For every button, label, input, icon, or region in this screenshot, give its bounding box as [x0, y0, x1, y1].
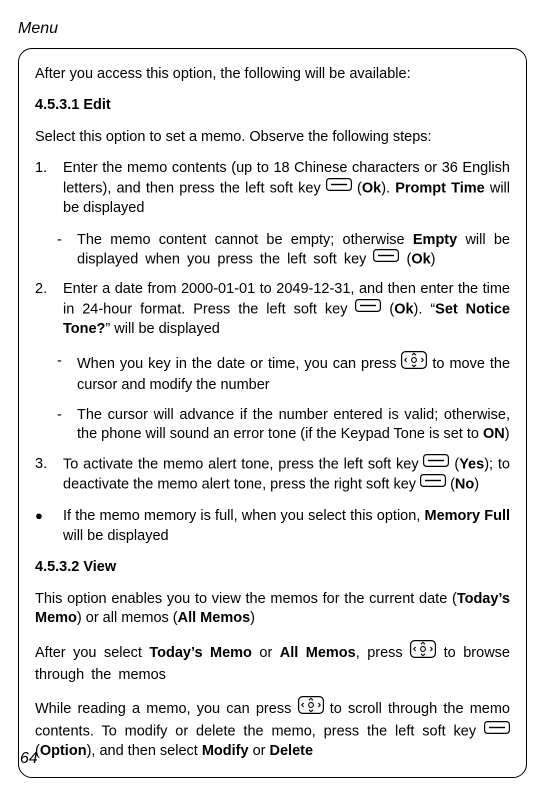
- text-fragment: ), and then select: [87, 743, 202, 759]
- prompt-time-label: Prompt Time: [395, 180, 484, 196]
- text-fragment: ): [250, 610, 255, 626]
- todays-memo-label: Today’s Memo: [149, 645, 252, 661]
- text-fragment: To activate the memo alert tone, press t…: [63, 456, 423, 472]
- memory-full-label: Memory Full: [424, 508, 510, 524]
- empty-label: Empty: [413, 232, 457, 248]
- step-2-sub-a-text: When you key in the date or time, you ca…: [77, 352, 510, 396]
- dash: -: [57, 352, 67, 396]
- softkey-icon: [373, 249, 399, 269]
- text-fragment: If the memo memory is full, when you sel…: [63, 508, 424, 524]
- on-label: ON: [483, 426, 505, 442]
- step-1-sub-text: The memo content cannot be empty; otherw…: [77, 231, 510, 271]
- ok-label: Ok: [411, 252, 430, 268]
- nav-icon: [298, 696, 324, 721]
- text-fragment: This option enables you to view the memo…: [35, 591, 457, 607]
- text-fragment: ) or all memos (: [77, 610, 178, 626]
- step-1-sub: - The memo content cannot be empty; othe…: [35, 231, 510, 271]
- step-2-text: Enter a date from 2000-01-01 to 2049-12-…: [63, 280, 510, 339]
- content-frame: After you access this option, the follow…: [18, 48, 527, 779]
- running-head: Menu: [18, 18, 527, 40]
- memory-full-note: ● If the memo memory is full, when you s…: [35, 507, 510, 546]
- text-fragment: The memo content cannot be empty; otherw…: [77, 232, 413, 248]
- text-fragment: ): [505, 426, 510, 442]
- memory-full-text: If the memo memory is full, when you sel…: [63, 507, 510, 546]
- softkey-icon: [420, 474, 446, 494]
- option-label: Option: [40, 743, 87, 759]
- text-fragment: ): [474, 477, 479, 493]
- step-2-sub-a: - When you key in the date or time, you …: [35, 352, 510, 396]
- no-label: No: [455, 477, 474, 493]
- dash: -: [57, 406, 67, 445]
- all-memos-label: All Memos: [280, 645, 356, 661]
- view-modify: While reading a memo, you can press to s…: [35, 697, 510, 761]
- softkey-icon: [326, 178, 352, 198]
- text-fragment: ): [431, 252, 436, 268]
- text-fragment: While reading a memo, you can press: [35, 701, 298, 717]
- step-1: 1. Enter the memo contents (up to 18 Chi…: [35, 159, 510, 218]
- step-3: 3. To activate the memo alert tone, pres…: [35, 455, 510, 495]
- step-2: 2. Enter a date from 2000-01-01 to 2049-…: [35, 280, 510, 339]
- bullet: ●: [35, 507, 53, 546]
- text-fragment: When you key in the date or time, you ca…: [77, 356, 401, 372]
- modify-label: Modify: [202, 743, 249, 759]
- softkey-icon: [355, 299, 381, 319]
- step-1-text: Enter the memo contents (up to 18 Chines…: [63, 159, 510, 218]
- heading-view: 4.5.3.2 View: [35, 558, 510, 578]
- text-fragment: , press: [356, 645, 410, 661]
- step-2-sub-b: - The cursor will advance if the number …: [35, 406, 510, 445]
- nav-icon: [410, 640, 436, 665]
- page-number: 64: [20, 748, 38, 770]
- step-3-number: 3.: [35, 455, 53, 495]
- text-fragment: ” will be displayed: [105, 321, 219, 337]
- step-2-sub-b-text: The cursor will advance if the number en…: [77, 406, 510, 445]
- ok-label: Ok: [394, 301, 413, 317]
- nav-icon: [401, 351, 427, 376]
- text-fragment: or: [249, 743, 270, 759]
- softkey-icon: [484, 721, 510, 741]
- intro-text: After you access this option, the follow…: [35, 65, 510, 85]
- delete-label: Delete: [270, 743, 314, 759]
- heading-edit: 4.5.3.1 Edit: [35, 96, 510, 116]
- all-memos-label: All Memos: [178, 610, 251, 626]
- text-fragment: ).: [381, 180, 395, 196]
- dash: -: [57, 231, 67, 271]
- view-intro: This option enables you to view the memo…: [35, 590, 510, 629]
- text-fragment: will be displayed: [63, 528, 169, 544]
- ok-label: Ok: [362, 180, 381, 196]
- text-fragment: or: [252, 645, 280, 661]
- text-fragment: ). “: [414, 301, 436, 317]
- view-browse: After you select Today’s Memo or All Mem…: [35, 641, 510, 685]
- text-fragment: After you select: [35, 645, 149, 661]
- step-2-number: 2.: [35, 280, 53, 339]
- step-3-text: To activate the memo alert tone, press t…: [63, 455, 510, 495]
- yes-label: Yes: [459, 456, 484, 472]
- softkey-icon: [423, 454, 449, 474]
- edit-intro: Select this option to set a memo. Observ…: [35, 128, 510, 148]
- text-fragment: The cursor will advance if the number en…: [77, 407, 510, 443]
- step-1-number: 1.: [35, 159, 53, 218]
